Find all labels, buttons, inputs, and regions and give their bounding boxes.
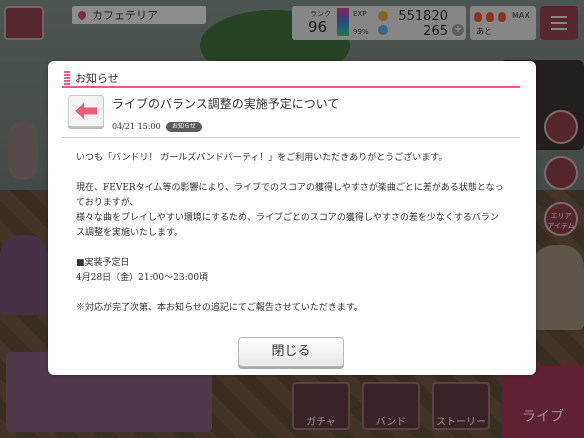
notice-date: 04/21 15:00 — [112, 122, 161, 131]
back-arrow-icon — [75, 103, 97, 119]
body-line: 4月28日（金）21:00〜23:00頃 — [76, 273, 209, 283]
header-stripe-icon — [64, 71, 70, 85]
header-divider — [62, 86, 520, 88]
notice-body: いつも「バンドリ！ ガールズバンドパーティ！」をご利用いただきありがとうございま… — [76, 151, 506, 316]
notice-divider — [62, 137, 520, 138]
body-line: 様々な曲をプレイしやすい環境にするため、ライブごとのスコアの獲得しやすさの差を少… — [76, 213, 499, 238]
dialog-header: お知らせ — [64, 69, 119, 87]
body-line: ※対応が完了次第、本お知らせの追記にてご報告させていただきます。 — [76, 303, 363, 313]
body-line: いつも「バンドリ！ ガールズバンドパーティ！」をご利用いただきありがとうございま… — [76, 153, 448, 163]
close-button[interactable]: 閉じる — [238, 337, 344, 367]
back-button[interactable] — [68, 95, 104, 127]
dialog-title: お知らせ — [75, 72, 119, 85]
body-line: ■実装予定日 — [76, 258, 130, 268]
notice-category-badge: お知らせ — [166, 122, 202, 132]
notice-title: ライブのバランス調整の実施予定について — [112, 97, 340, 111]
notice-dialog: お知らせ ライブのバランス調整の実施予定について 04/21 15:00 お知ら… — [48, 61, 536, 375]
body-line: 現在、FEVERタイム等の影響により、ライブでのスコアの獲得しやすさが楽曲ごとに… — [76, 183, 504, 208]
